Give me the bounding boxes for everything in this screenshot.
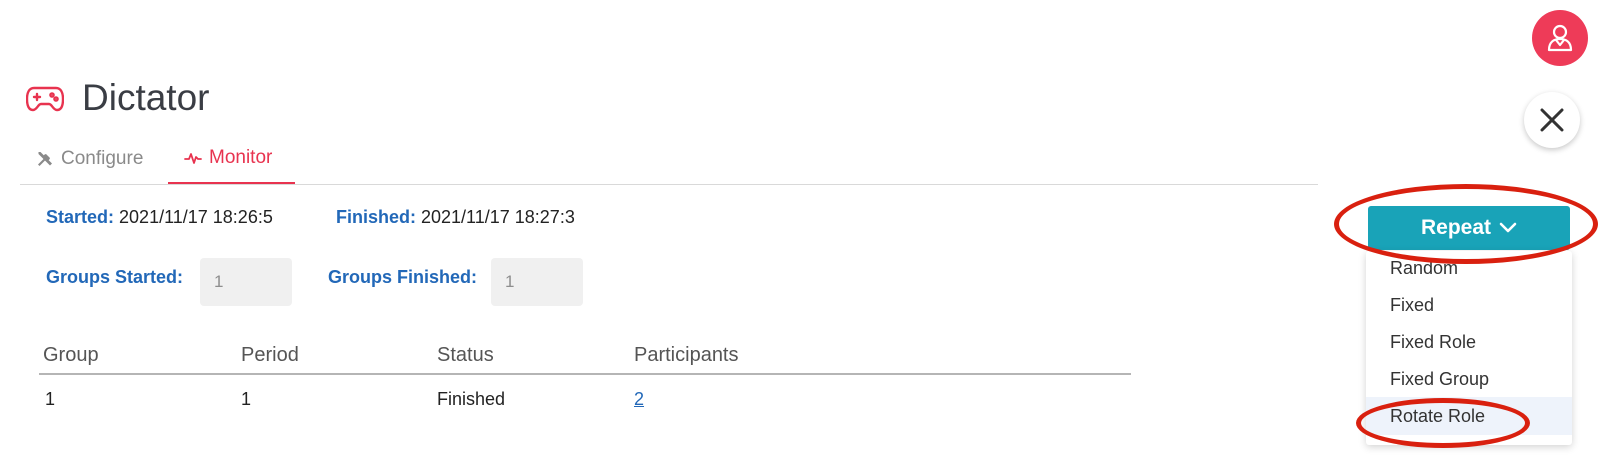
close-button[interactable]	[1524, 92, 1580, 148]
groups-started-field: 1	[200, 258, 292, 306]
column-header-participants: Participants	[634, 344, 739, 366]
groups-started-label: Groups Started:	[46, 267, 184, 287]
groups-finished-field: 1	[491, 258, 583, 306]
tab-configure-label: Configure	[61, 148, 144, 169]
cell-status: Finished	[437, 389, 506, 409]
repeat-dropdown-button[interactable]: Repeat	[1368, 206, 1570, 250]
page-title: Dictator	[82, 77, 210, 118]
menu-item-fixed-role[interactable]: Fixed Role	[1366, 323, 1572, 361]
tab-bar: Configure Monitor	[20, 133, 1318, 185]
column-header-period: Period	[241, 344, 299, 366]
tools-icon	[38, 152, 52, 166]
repeat-menu: Random Fixed Fixed Role Fixed Group Rota…	[1366, 251, 1572, 445]
finished-value: 2021/11/17 18:27:3	[421, 207, 575, 227]
cell-period: 1	[241, 389, 252, 409]
menu-item-random[interactable]: Random	[1366, 249, 1572, 287]
table-row: 1 1 Finished 2	[39, 375, 1131, 423]
participants-link[interactable]: 2	[634, 389, 644, 410]
menu-item-rotate-role[interactable]: Rotate Role	[1366, 397, 1572, 435]
activity-icon	[184, 152, 202, 164]
menu-item-fixed[interactable]: Fixed	[1366, 286, 1572, 324]
repeat-button-label: Repeat	[1420, 216, 1492, 239]
groups-table: Group Period Status Participants 1 1 Fin…	[39, 340, 1131, 423]
chevron-down-icon	[1499, 222, 1517, 233]
user-icon	[1547, 24, 1573, 52]
tab-monitor-label: Monitor	[209, 146, 273, 168]
cell-group: 1	[45, 389, 56, 409]
column-header-status: Status	[437, 344, 494, 366]
started-info: Started: 2021/11/17 18:26:5	[46, 207, 273, 228]
column-header-group: Group	[43, 344, 99, 366]
started-label: Started:	[46, 207, 115, 227]
started-value: 2021/11/17 18:26:5	[119, 207, 273, 227]
tab-monitor[interactable]: Monitor	[168, 133, 295, 184]
menu-item-fixed-group[interactable]: Fixed Group	[1366, 360, 1572, 398]
page-header: Dictator	[26, 76, 209, 120]
table-header: Group Period Status Participants	[39, 340, 1131, 375]
gamepad-icon	[26, 86, 64, 112]
finished-label: Finished:	[336, 207, 416, 227]
finished-info: Finished: 2021/11/17 18:27:3	[336, 207, 575, 228]
tab-configure[interactable]: Configure	[36, 133, 143, 185]
close-icon	[1540, 108, 1564, 132]
user-avatar-button[interactable]	[1532, 10, 1588, 66]
groups-finished-label: Groups Finished:	[328, 267, 478, 287]
